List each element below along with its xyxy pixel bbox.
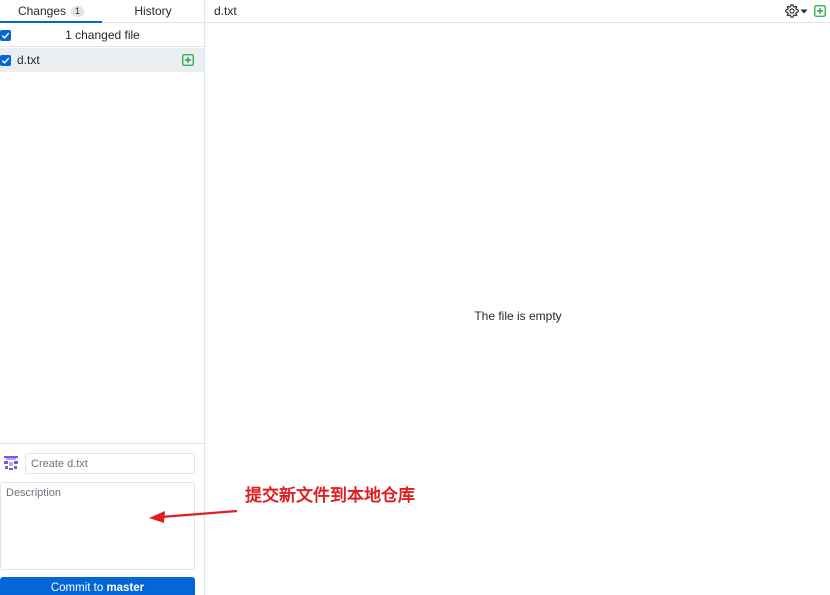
checkbox-checked-icon <box>1 32 10 39</box>
file-include-checkbox[interactable] <box>0 54 11 66</box>
tab-history-label: History <box>134 4 172 18</box>
file-name: d.txt <box>17 53 40 67</box>
commit-summary-input[interactable] <box>25 453 195 474</box>
changes-header: 1 changed file <box>0 24 204 47</box>
avatar-icon <box>2 453 20 473</box>
file-added-icon <box>814 5 826 17</box>
diff-header: d.txt <box>206 0 830 23</box>
tab-bar: Changes 1 History <box>0 0 204 23</box>
tab-changes-label: Changes <box>17 4 67 18</box>
checkbox-checked-icon <box>1 57 10 64</box>
diff-file-path: d.txt <box>214 4 237 18</box>
annotation-label: 提交新文件到本地仓库 <box>245 486 415 506</box>
annotation-arrow-icon <box>149 509 238 523</box>
commit-branch-name: master <box>106 582 145 594</box>
commit-button[interactable]: Commit to master <box>0 577 195 595</box>
changes-count-badge: 1 <box>71 5 85 17</box>
gear-icon[interactable] <box>785 4 799 18</box>
changed-file-row[interactable]: d.txt <box>0 48 204 72</box>
tab-changes[interactable]: Changes 1 <box>0 0 102 23</box>
changed-files-summary: 1 changed file <box>65 28 140 42</box>
empty-file-message: The file is empty <box>474 309 562 323</box>
commit-button-prefix: Commit to <box>50 582 104 594</box>
select-all-checkbox[interactable] <box>0 29 11 41</box>
file-added-icon <box>182 54 194 66</box>
tab-history[interactable]: History <box>102 0 204 22</box>
caret-down-icon[interactable] <box>800 7 808 15</box>
